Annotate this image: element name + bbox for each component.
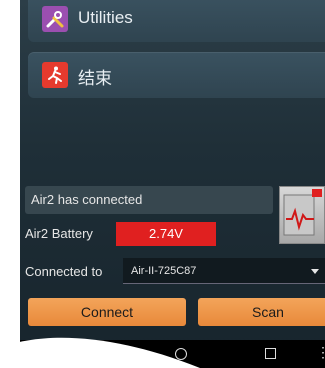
tools-icon xyxy=(42,6,68,32)
device-select[interactable]: Air-II-725C87 xyxy=(123,258,325,284)
battery-voltage-value: 2.74V xyxy=(116,222,216,246)
selected-device: Air-II-725C87 xyxy=(131,265,197,277)
battery-label: Air2 Battery xyxy=(25,226,93,241)
scan-button[interactable]: Scan xyxy=(198,298,325,326)
overflow-menu-icon[interactable]: ⋮ xyxy=(316,344,325,361)
menu-item-label: Utilities xyxy=(78,8,133,27)
exit-running-man-icon xyxy=(42,62,68,88)
connected-to-label: Connected to xyxy=(25,264,103,279)
dropdown-caret-icon xyxy=(311,269,319,274)
app-screen: Utilities 结束 Air2 has connected Air2 Bat… xyxy=(20,0,325,368)
menu-item-label: 结束 xyxy=(78,69,112,88)
menu-item-utilities[interactable]: Utilities xyxy=(28,0,325,42)
paper-edge-overlay xyxy=(0,337,200,368)
air-device-image xyxy=(279,186,325,244)
menu-item-exit[interactable]: 结束 xyxy=(28,52,325,98)
connect-button[interactable]: Connect xyxy=(28,298,186,326)
recent-apps-icon[interactable] xyxy=(265,348,276,359)
connection-status-text: Air2 has connected xyxy=(25,186,273,214)
